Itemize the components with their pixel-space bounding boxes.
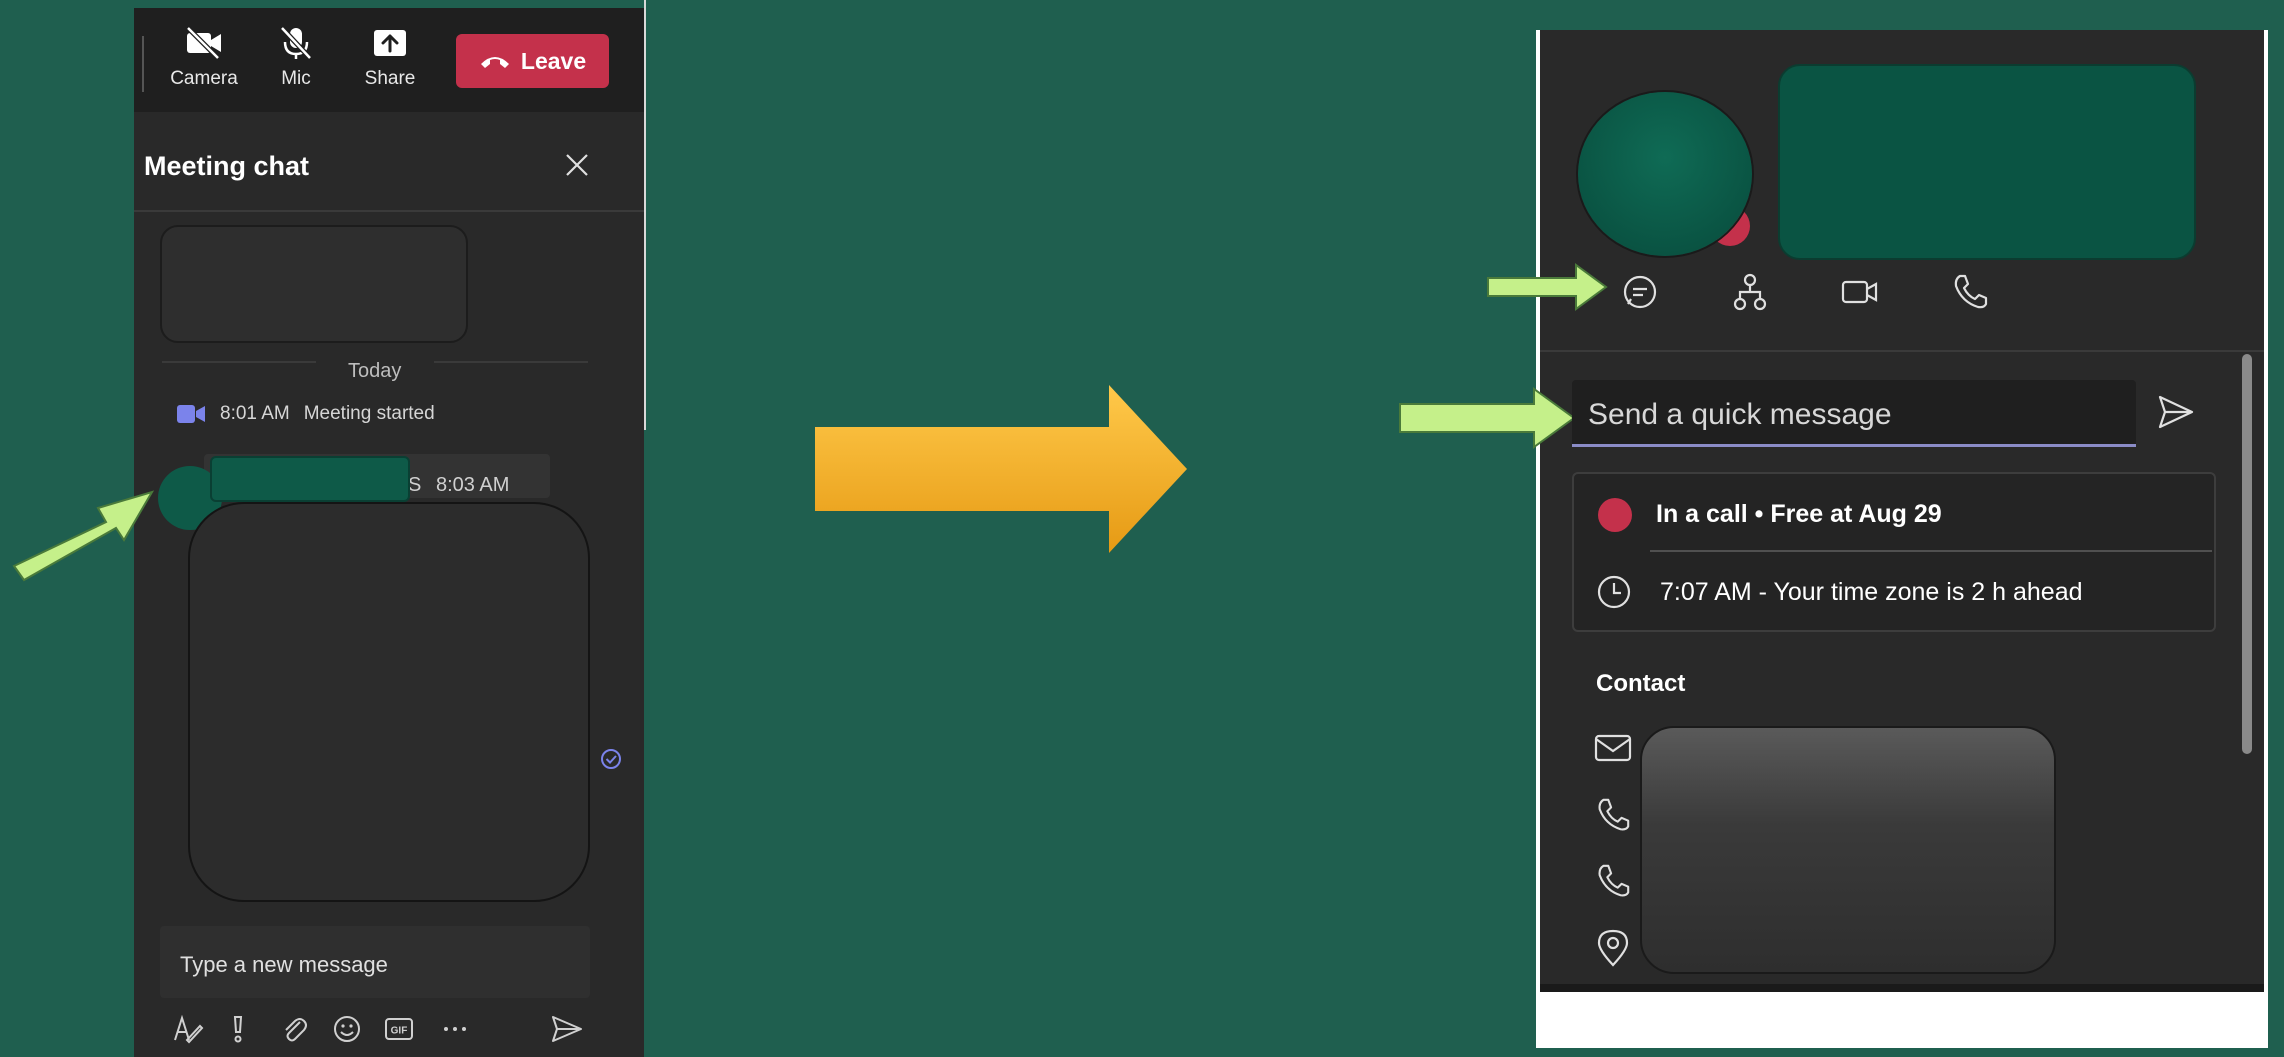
- location-icon: [1594, 928, 1632, 973]
- section-divider: [1540, 350, 2264, 352]
- share-icon: [374, 30, 406, 56]
- event-text: Meeting started: [303, 403, 435, 424]
- camera-off-icon: [186, 26, 221, 60]
- card-bottom-edge: [1540, 984, 2264, 992]
- chat-button[interactable]: [1620, 272, 1660, 317]
- redacted-profile-name: [1778, 64, 2196, 260]
- window-edge: [644, 0, 646, 430]
- close-chat-button[interactable]: [564, 152, 590, 183]
- phone-icon: [1594, 862, 1632, 905]
- leave-label: Leave: [520, 47, 587, 74]
- chat-icon: [1623, 275, 1657, 309]
- profile-avatar: [1578, 92, 1752, 256]
- presence-status: In a call • Free at Aug 29: [1656, 500, 1942, 528]
- read-receipt-icon: [600, 748, 622, 775]
- date-divider-line-left: [162, 361, 316, 363]
- audio-call-button[interactable]: [1950, 272, 1990, 317]
- camera-button[interactable]: Camera: [166, 26, 242, 90]
- presence-busy-icon: [1598, 498, 1632, 532]
- meeting-toolbar: Camera Mic Share Leave: [134, 8, 644, 112]
- priority-icon[interactable]: [228, 1014, 248, 1049]
- pointer-arrow-icon: [1399, 387, 1576, 449]
- date-divider: Today: [348, 360, 402, 382]
- mail-icon: [1594, 732, 1632, 769]
- attach-icon[interactable]: [280, 1014, 308, 1049]
- compose-placeholder: Type a new message: [180, 952, 388, 977]
- more-icon[interactable]: [440, 1014, 470, 1049]
- leave-button[interactable]: Leave: [456, 34, 609, 88]
- audio-call-icon: [1954, 274, 1988, 309]
- status-divider: [1650, 550, 2212, 552]
- redacted-message-body: [188, 502, 590, 902]
- send-icon: [552, 1016, 582, 1042]
- share-label: Share: [364, 68, 416, 89]
- quick-message-placeholder: Send a quick message: [1588, 398, 1892, 431]
- send-quick-message-button[interactable]: [2156, 392, 2196, 437]
- local-time: 7:07 AM - Your time zone is 2 h ahead: [1660, 578, 2083, 606]
- meeting-chat-panel: Camera Mic Share Leave Meeting chat Toda…: [134, 8, 644, 1057]
- transition-arrow-icon: [815, 385, 1187, 553]
- contact-heading: Contact: [1596, 670, 1686, 697]
- sender-name-fragment: S: [408, 474, 422, 496]
- org-chart-icon: [1733, 273, 1767, 311]
- format-icon[interactable]: [172, 1014, 204, 1049]
- event-time: 8:01 AM: [220, 403, 290, 424]
- share-button[interactable]: Share: [352, 26, 428, 90]
- svg-text:GIF: GIF: [391, 1026, 408, 1037]
- message-time: 8:03 AM: [436, 474, 510, 496]
- send-icon: [2158, 395, 2194, 429]
- pointer-arrow-icon: [1487, 263, 1608, 311]
- redacted-sender-name: [210, 456, 410, 502]
- close-icon: [566, 154, 588, 176]
- clock-icon: [1596, 574, 1632, 615]
- redacted-contact-details: [1640, 726, 2056, 974]
- scrollbar-thumb[interactable]: [2242, 354, 2252, 754]
- emoji-icon[interactable]: [332, 1014, 362, 1049]
- meeting-video-icon: [177, 405, 205, 423]
- gif-icon[interactable]: GIF: [384, 1014, 414, 1049]
- meeting-started-event: 8:01 AM Meeting started: [176, 403, 435, 425]
- status-card: [1572, 472, 2216, 632]
- mic-off-icon: [280, 26, 312, 60]
- phone-hangup-icon: [480, 57, 509, 68]
- send-button[interactable]: [550, 1014, 584, 1049]
- toolbar-divider: [142, 36, 144, 92]
- date-divider-line-right: [434, 361, 588, 363]
- pointer-arrow-icon: [12, 490, 155, 582]
- mic-button[interactable]: Mic: [258, 26, 334, 90]
- redacted-message: [160, 225, 468, 343]
- org-chart-button[interactable]: [1730, 272, 1770, 317]
- header-divider: [134, 210, 644, 212]
- video-call-icon: [1841, 280, 1878, 304]
- video-call-button[interactable]: [1840, 272, 1880, 317]
- camera-label: Camera: [170, 68, 238, 89]
- chat-title: Meeting chat: [144, 151, 310, 181]
- phone-icon: [1594, 796, 1632, 839]
- mic-label: Mic: [281, 68, 311, 89]
